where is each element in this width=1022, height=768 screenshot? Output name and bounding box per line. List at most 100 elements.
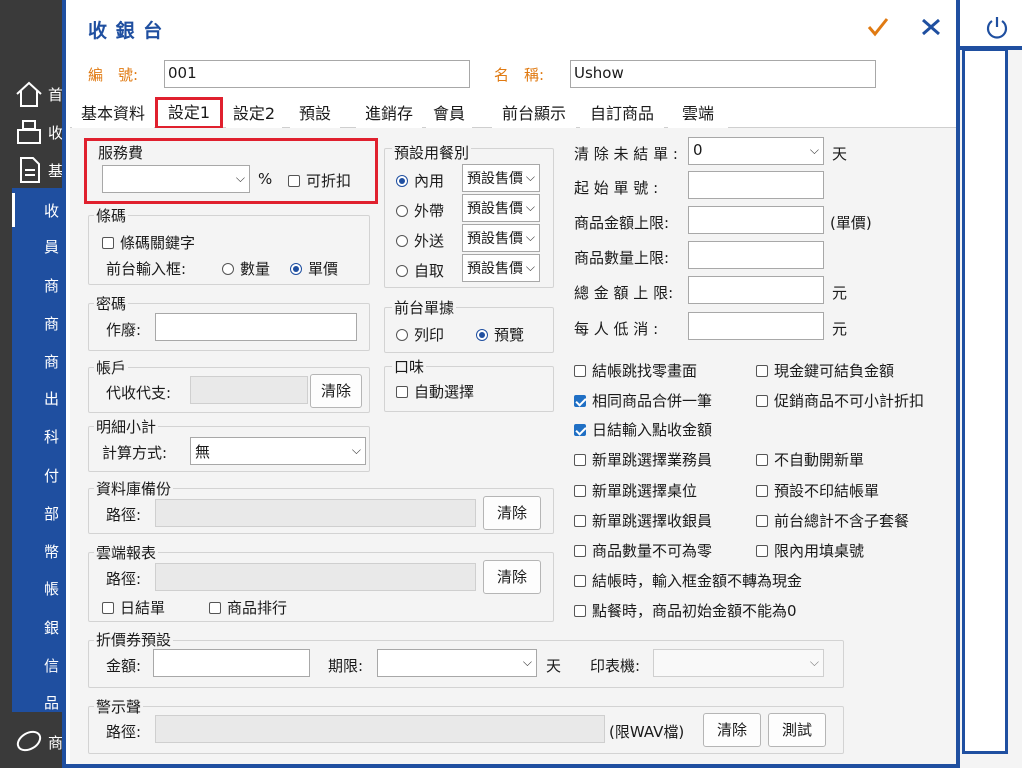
option-checkbox[interactable]: 現金鍵可結負金額 (756, 360, 894, 381)
checkbox[interactable] (288, 174, 300, 187)
sidebar-item-label[interactable]: 商 (44, 313, 59, 334)
alarm-clear-button[interactable]: 清除 (703, 713, 761, 747)
min-spend-unit: 元 (832, 320, 848, 338)
front-input-label: 前台輸入框: (106, 260, 187, 278)
document-icon[interactable] (14, 156, 44, 184)
price-label: 單價 (308, 260, 339, 278)
option-checkbox[interactable]: 新單跳選擇桌位 (574, 480, 697, 501)
option-checkbox[interactable]: 商品數量不可為零 (574, 540, 712, 561)
meal-pickup-radio[interactable]: 自取 (396, 260, 444, 281)
sidebar-item-label[interactable]: 付 (44, 465, 59, 486)
option-checkbox[interactable]: 結帳時，輸入框金額不轉為現金 (574, 570, 802, 591)
option-label: 促銷商品不可小計折扣 (774, 392, 925, 410)
meal-price-select[interactable]: 預設售價 ⌵ (462, 164, 540, 192)
tab-cloud[interactable]: 雲端 (668, 100, 728, 128)
account-title: 帳戶 (94, 357, 129, 378)
clear-unsettled-value: 0 (693, 141, 703, 159)
barcode-keyword-checkbox[interactable]: 條碼關鍵字 (102, 232, 195, 253)
power-icon[interactable] (984, 14, 1010, 40)
option-label: 限內用填桌號 (774, 542, 865, 560)
product-ranking-checkbox[interactable]: 商品排行 (209, 597, 287, 618)
clear-unsettled-select[interactable]: 0 ⌵ (688, 137, 824, 165)
option-checkbox[interactable]: 前台總計不含子套餐 (756, 510, 909, 531)
sidebar-item-label[interactable]: 收 (48, 122, 63, 143)
daily-report-checkbox[interactable]: 日結單 (102, 597, 165, 618)
meal-dine-in-radio[interactable]: 內用 (396, 170, 444, 191)
option-checkbox[interactable]: 不自動開新單 (756, 449, 864, 470)
coupon-printer-label: 印表機: (590, 657, 641, 675)
input-qty-radio[interactable]: 數量 (222, 258, 270, 279)
meal-delivery-radio[interactable]: 外送 (396, 230, 444, 251)
calc-method-select[interactable]: 無 ⌵ (190, 437, 366, 465)
print-label: 列印 (414, 326, 445, 344)
code-field[interactable]: 001 (164, 60, 470, 88)
sidebar-item-label[interactable]: 基 (48, 160, 63, 181)
option-checkbox[interactable]: 結帳跳找零畫面 (574, 360, 697, 381)
option-label: 新單跳選擇收銀員 (592, 512, 713, 530)
option-checkbox[interactable]: 新單跳選擇業務員 (574, 449, 712, 470)
tab-settings1[interactable]: 設定1 (155, 97, 223, 129)
sidebar-item-label[interactable]: 出 (44, 388, 59, 409)
input-price-radio[interactable]: 單價 (290, 258, 338, 279)
sidebar-item-label[interactable]: 商 (48, 732, 63, 753)
tab-custom-products[interactable]: 自訂商品 (580, 100, 664, 128)
coupon-printer-select[interactable]: ⌵ (653, 649, 824, 677)
bread-icon[interactable] (14, 726, 44, 754)
meal-takeout-radio[interactable]: 外帶 (396, 200, 444, 221)
sidebar-item-label[interactable]: 商 (44, 275, 59, 296)
meal-price-select[interactable]: 預設售價 ⌵ (462, 224, 540, 252)
qty-limit-input[interactable] (688, 241, 824, 269)
sidebar-item-label[interactable]: 首 (48, 84, 63, 105)
discountable-checkbox[interactable]: 可折扣 (288, 170, 351, 191)
tab-basic[interactable]: 基本資料 (72, 100, 154, 128)
total-limit-input[interactable] (688, 276, 824, 304)
sidebar-item-label[interactable]: 信 (44, 655, 59, 676)
confirm-check-icon[interactable] (866, 16, 890, 38)
sidebar-item-label[interactable]: 銀 (44, 617, 59, 638)
tab-inventory[interactable]: 進銷存 (356, 100, 422, 128)
option-checkbox[interactable]: 促銷商品不可小計折扣 (756, 390, 924, 411)
tab-defaults[interactable]: 預設 (290, 100, 340, 128)
meal-price-select[interactable]: 預設售價 ⌵ (462, 254, 540, 282)
void-password-input[interactable] (155, 313, 357, 341)
product-ranking-label: 商品排行 (227, 599, 288, 617)
sidebar-item-label[interactable]: 商 (44, 351, 59, 372)
min-spend-label: 每 人 低 消 : (574, 320, 659, 338)
start-number-input[interactable] (688, 171, 824, 199)
taste-auto-checkbox[interactable]: 自動選擇 (396, 381, 474, 402)
coupon-period-select[interactable]: ⌵ (377, 649, 537, 677)
account-clear-button[interactable]: 清除 (310, 374, 362, 408)
close-icon[interactable] (920, 17, 942, 37)
price-limit-input[interactable] (688, 206, 824, 234)
option-checkbox[interactable]: 預設不印結帳單 (756, 480, 879, 501)
meal-price-select[interactable]: 預設售價 ⌵ (462, 194, 540, 222)
cloud-clear-button[interactable]: 清除 (483, 560, 541, 594)
service-fee-select[interactable]: ⌵ (102, 165, 250, 193)
coupon-amount-input[interactable] (153, 649, 310, 677)
sidebar-item-label[interactable]: 科 (44, 426, 59, 447)
sidebar-item-label[interactable]: 收 (44, 200, 59, 221)
sidebar-item-label[interactable]: 帳 (44, 578, 59, 599)
sidebar-item-label[interactable]: 品 (44, 692, 59, 713)
min-spend-input[interactable] (688, 312, 824, 340)
alarm-test-button[interactable]: 測試 (768, 713, 826, 747)
tab-member[interactable]: 會員 (426, 100, 472, 128)
name-field[interactable]: Ushow (570, 60, 876, 88)
option-checkbox[interactable]: 點餐時，商品初始金額不能為0 (574, 600, 797, 621)
register-icon[interactable] (14, 118, 44, 146)
home-icon[interactable] (14, 80, 44, 108)
option-checkbox[interactable]: 新單跳選擇收銀員 (574, 510, 712, 531)
meal-price-value: 預設售價 (467, 201, 523, 217)
sidebar-item-label[interactable]: 幣 (44, 541, 59, 562)
option-label: 結帳跳找零畫面 (592, 362, 698, 380)
sidebar-item-label[interactable]: 員 (44, 236, 59, 257)
receipt-preview-radio[interactable]: 預覽 (476, 324, 524, 345)
backup-clear-button[interactable]: 清除 (483, 496, 541, 530)
option-checkbox[interactable]: 相同商品合併一筆 (574, 390, 712, 411)
option-checkbox[interactable]: 日結輸入點收金額 (574, 419, 712, 440)
tab-front-display[interactable]: 前台顯示 (492, 100, 576, 128)
option-checkbox[interactable]: 限內用填桌號 (756, 540, 864, 561)
receipt-print-radio[interactable]: 列印 (396, 324, 444, 345)
tab-settings2[interactable]: 設定2 (226, 100, 282, 128)
sidebar-item-label[interactable]: 部 (44, 503, 59, 524)
